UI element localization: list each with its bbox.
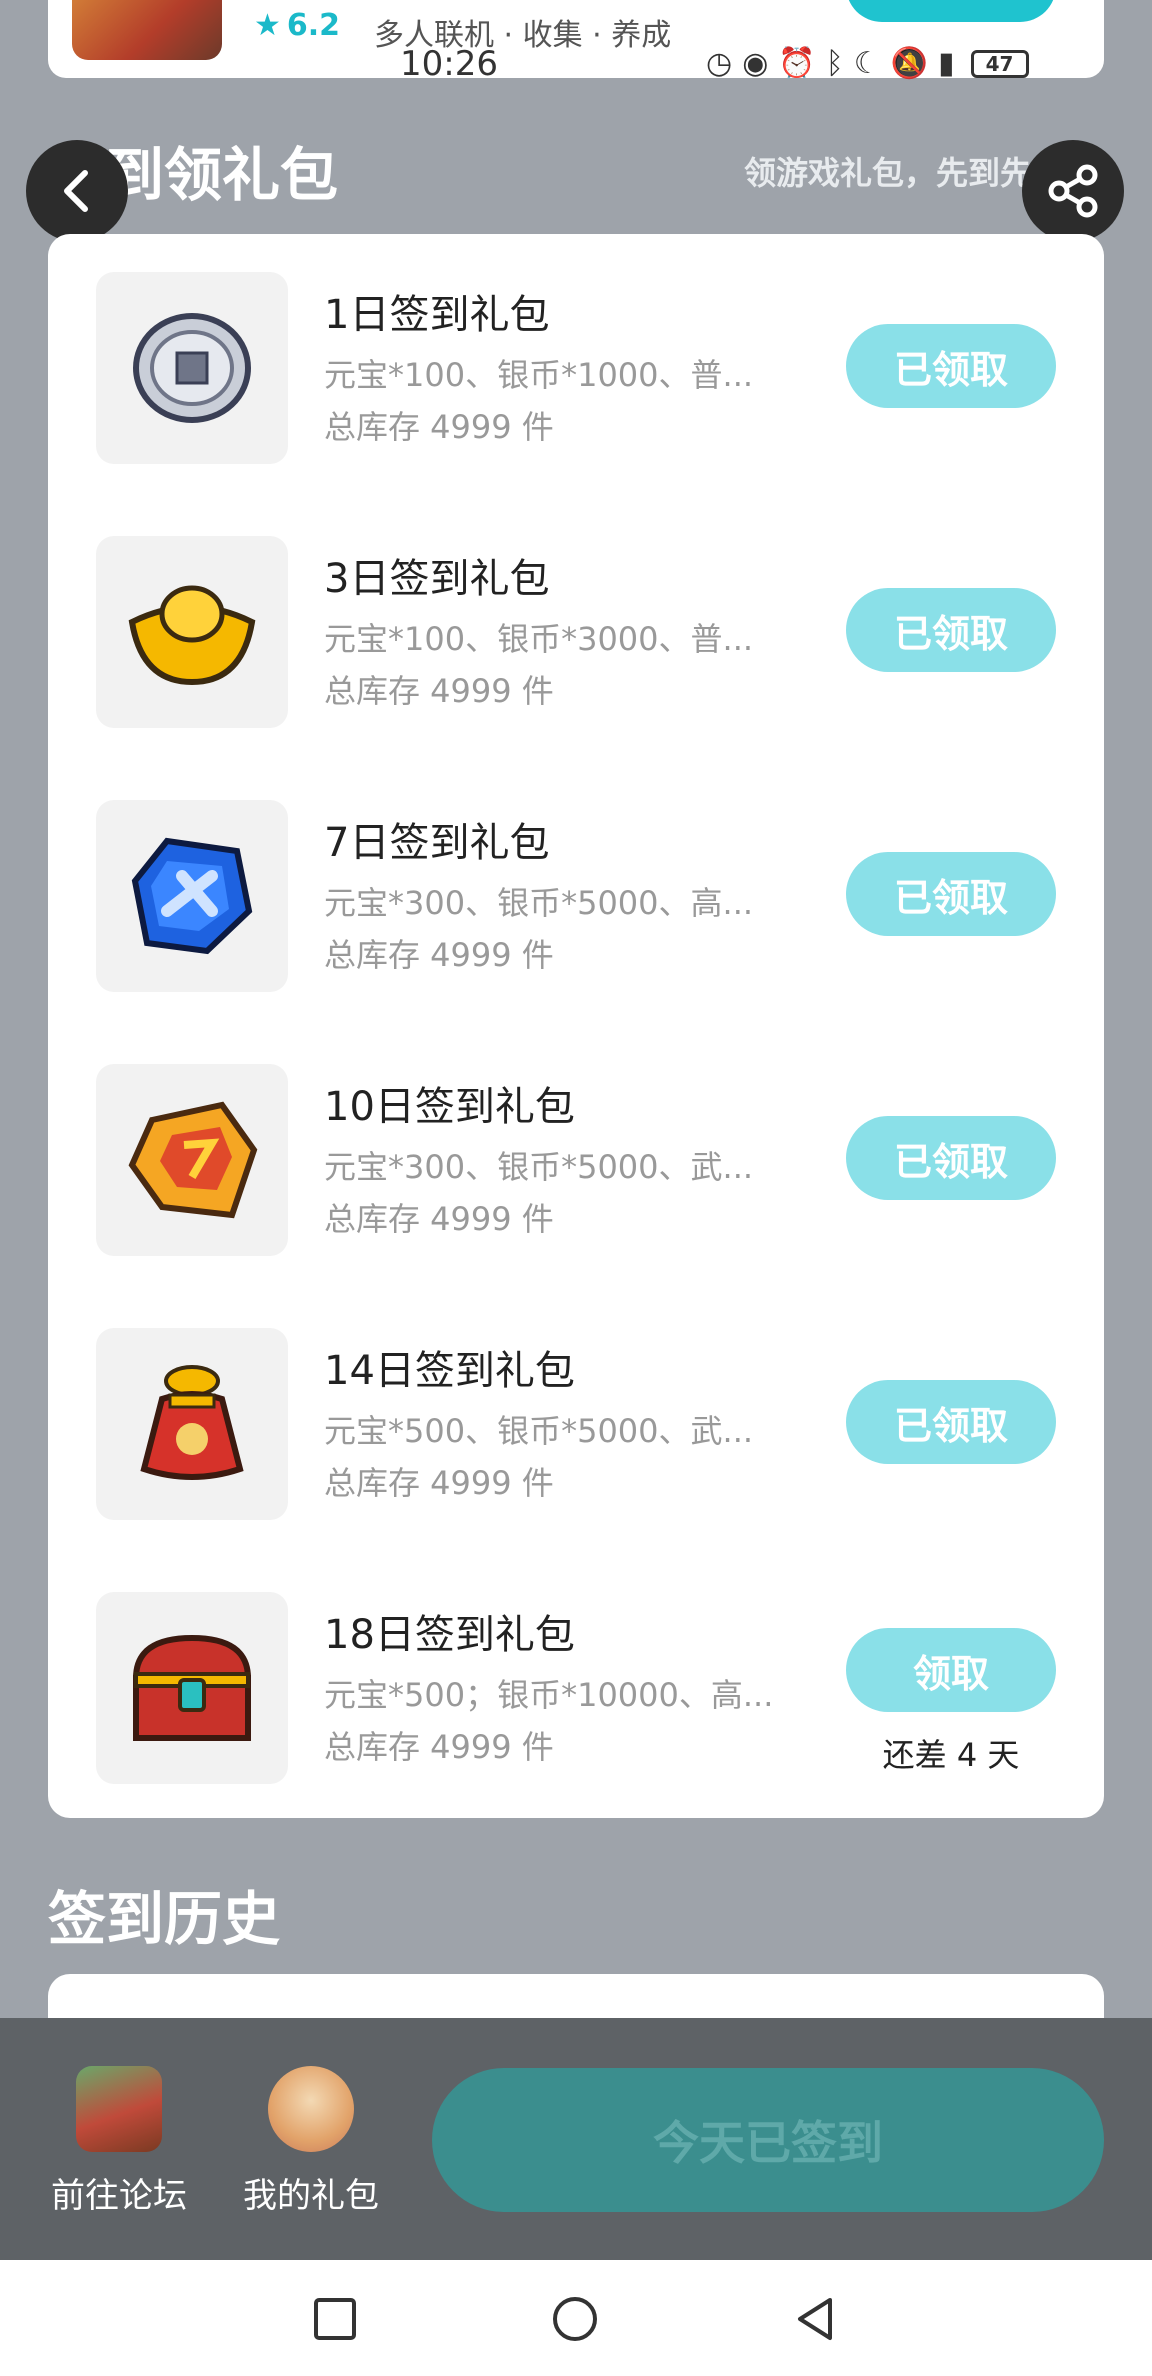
gift-name: 1日签到礼包	[324, 292, 550, 338]
signal-icon: ▮	[938, 46, 961, 81]
forum-label: 前往论坛	[51, 2176, 187, 2216]
claimed-button[interactable]: 已领取	[846, 324, 1056, 408]
gift-stock: 总库存 4999 件	[324, 408, 554, 446]
forum-icon	[76, 2066, 162, 2152]
blue-gem-icon	[96, 800, 288, 992]
chevron-left-icon	[64, 170, 88, 212]
gift-item[interactable]: 1日签到礼包 元宝*100、银币*1000、普... 总库存 4999 件 已领…	[48, 272, 1104, 472]
gift-stock: 总库存 4999 件	[324, 1728, 554, 1766]
back-button[interactable]	[26, 140, 128, 242]
gift-desc: 元宝*100、银币*1000、普...	[324, 356, 754, 394]
gift-stock: 总库存 4999 件	[324, 672, 554, 710]
share-button[interactable]	[1022, 140, 1124, 242]
eye-icon: ◉	[742, 46, 775, 81]
claimed-button[interactable]: 已领取	[846, 1380, 1056, 1464]
system-nav-bar	[0, 2260, 1152, 2376]
claimed-button[interactable]: 已领取	[846, 852, 1056, 936]
gift-desc: 元宝*500；银币*10000、高...	[324, 1676, 774, 1714]
treasure-chest-icon	[96, 1592, 288, 1784]
status-time: 10:26	[400, 44, 498, 84]
game-thumbnail	[72, 0, 222, 60]
battery-icon: 47	[970, 49, 1029, 78]
back-triangle-icon[interactable]	[790, 2294, 840, 2344]
gift-item[interactable]: 18日签到礼包 元宝*500；银币*10000、高... 总库存 4999 件 …	[48, 1592, 1104, 1792]
mute-icon: 🔕	[890, 46, 934, 81]
claimed-button[interactable]: 已领取	[846, 1116, 1056, 1200]
gift-desc: 元宝*500、银币*5000、武...	[324, 1412, 754, 1450]
gift-item[interactable]: 10日签到礼包 元宝*300、银币*5000、武... 总库存 4999 件 已…	[48, 1064, 1104, 1264]
gift-stock: 总库存 4999 件	[324, 936, 554, 974]
claimed-button[interactable]: 已领取	[846, 588, 1056, 672]
signed-in-button[interactable]: 今天已签到	[432, 2068, 1104, 2212]
speed-icon: ◷	[706, 46, 739, 81]
share-icon	[1048, 164, 1098, 218]
page-subtitle: 领游戏礼包，先到先得	[744, 154, 1044, 192]
gift-item[interactable]: 14日签到礼包 元宝*500、银币*5000、武... 总库存 4999 件 已…	[48, 1328, 1104, 1528]
gift-name: 14日签到礼包	[324, 1348, 575, 1394]
game-rating: ★ 6.2	[254, 8, 341, 43]
days-remaining-note: 还差 4 天	[882, 1736, 1020, 1774]
gift-item[interactable]: 3日签到礼包 元宝*100、银币*3000、普... 总库存 4999 件 已领…	[48, 536, 1104, 736]
forum-button[interactable]: 前往论坛	[44, 2066, 194, 2217]
gift-stock: 总库存 4999 件	[324, 1200, 554, 1238]
gold-token-icon	[96, 1064, 288, 1256]
history-title: 签到历史	[48, 1885, 281, 1953]
alarm-icon: ⏰	[778, 46, 822, 81]
my-gifts-label: 我的礼包	[243, 2176, 379, 2216]
gift-name: 18日签到礼包	[324, 1612, 575, 1658]
gift-item[interactable]: 7日签到礼包 元宝*300、银币*5000、高... 总库存 4999 件 已领…	[48, 800, 1104, 1000]
gift-desc: 元宝*300、银币*5000、高...	[324, 884, 754, 922]
gift-name: 10日签到礼包	[324, 1084, 575, 1130]
status-icons: ◷ ◉ ⏰ ᛒ ☾ 🔕 ▮ 47	[706, 46, 1029, 81]
gift-name: 3日签到礼包	[324, 556, 550, 602]
game-action-button[interactable]	[846, 0, 1056, 22]
claim-button[interactable]: 领取	[846, 1628, 1056, 1712]
home-icon[interactable]	[550, 2294, 600, 2344]
star-icon: ★	[254, 8, 281, 43]
gold-ingot-icon	[96, 536, 288, 728]
gift-stock: 总库存 4999 件	[324, 1464, 554, 1502]
gift-list: 1日签到礼包 元宝*100、银币*1000、普... 总库存 4999 件 已领…	[48, 234, 1104, 1818]
gift-desc: 元宝*300、银币*5000、武...	[324, 1148, 754, 1186]
my-gifts-button[interactable]: 我的礼包	[236, 2066, 386, 2217]
bluetooth-icon: ᛒ	[825, 46, 850, 81]
moon-icon: ☾	[853, 46, 887, 81]
gift-name: 7日签到礼包	[324, 820, 550, 866]
recent-apps-icon[interactable]	[310, 2294, 360, 2344]
my-gifts-icon	[268, 2066, 354, 2152]
lucky-bag-icon	[96, 1328, 288, 1520]
bottom-action-bar: 前往论坛 我的礼包 今天已签到	[0, 2018, 1152, 2260]
gift-desc: 元宝*100、银币*3000、普...	[324, 620, 754, 658]
silver-coin-icon	[96, 272, 288, 464]
